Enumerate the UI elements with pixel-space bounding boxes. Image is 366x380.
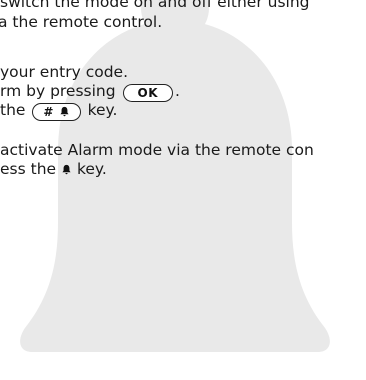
- text-line-6: activate Alarm mode via the remote con: [0, 141, 314, 159]
- text-line-3: your entry code.: [0, 63, 128, 81]
- text-line-7-start: ess the: [0, 160, 57, 178]
- alarm-bell-icon: [61, 164, 72, 175]
- text-line-7-end: key.: [76, 160, 107, 178]
- text-line-5-end: key.: [87, 101, 118, 119]
- text-line-4-end: .: [175, 82, 180, 100]
- ok-key: OK: [122, 84, 174, 102]
- text-line-5: the # key.: [0, 100, 118, 121]
- hash-bell-key: #: [32, 103, 81, 121]
- text-line-7: ess the key.: [0, 159, 107, 179]
- bell-watermark-icon: [20, 0, 330, 352]
- hash-key-label: #: [43, 105, 54, 119]
- text-line-2: a the remote control.: [0, 13, 163, 31]
- text-line-4: rm by pressing OK.: [0, 81, 180, 102]
- text-line-5-start: the: [0, 101, 26, 119]
- alarm-bell-icon: [59, 106, 70, 117]
- text-line-4-start: rm by pressing: [0, 82, 116, 100]
- text-line-1: switch the mode on and off either using: [0, 0, 310, 11]
